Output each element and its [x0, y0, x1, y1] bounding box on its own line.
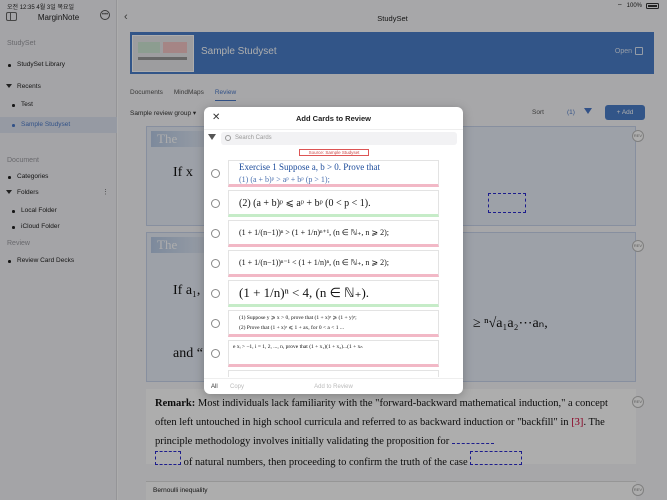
card-list: Exercise 1 Suppose a, b > 0. Prove that … [204, 157, 463, 377]
search-row: Search Cards [204, 132, 463, 146]
card-preview[interactable]: (1 + 1/(n−1))ⁿ > (1 + 1/n)ⁿ⁺¹, (n ∈ ℕ₊, … [228, 220, 439, 247]
screen: MarginNote ••• StudySet StudySet Library… [0, 0, 667, 500]
list-item[interactable] [204, 370, 463, 377]
card-text: (2) (a + b)ᵖ ⩽ aᵖ + bᵖ (0 < p < 1). [239, 198, 371, 209]
card-text: Exercise 1 Suppose a, b > 0. Prove that [239, 162, 381, 172]
list-item[interactable]: (1 + 1/(n−1))ⁿ > (1 + 1/n)ⁿ⁺¹, (n ∈ ℕ₊, … [204, 220, 463, 249]
add-cards-modal: ✕ Add Cards to Review Search Cards Sourc… [204, 107, 463, 394]
add-to-review-button[interactable]: Add to Review [204, 384, 463, 390]
list-item[interactable]: (1 + 1/n)ⁿ < 4, (n ∈ ℕ₊). [204, 280, 463, 309]
select-radio[interactable] [211, 229, 220, 238]
list-item[interactable]: (2) (a + b)ᵖ ⩽ aᵖ + bᵖ (0 < p < 1). [204, 190, 463, 219]
card-text: (1 + 1/(n−1))ⁿ⁻¹ < (1 + 1/n)ⁿ, (n ∈ ℕ₊, … [239, 258, 389, 267]
modal-title: Add Cards to Review [295, 114, 371, 123]
select-radio[interactable] [211, 199, 220, 208]
card-preview[interactable]: (2) (a + b)ᵖ ⩽ aᵖ + bᵖ (0 < p < 1). [228, 190, 439, 217]
source-filter-badge[interactable]: Source: Sample Studyset [299, 149, 369, 156]
list-item[interactable]: e xᵢ > −1, i = 1, 2, ..., n, prove that … [204, 340, 463, 369]
select-radio[interactable] [211, 169, 220, 178]
select-radio[interactable] [211, 259, 220, 268]
select-radio[interactable] [211, 289, 220, 298]
list-item[interactable]: (1) Suppose y ⩾ x > 0, prove that (1 + x… [204, 310, 463, 339]
search-placeholder: Search Cards [235, 135, 272, 141]
card-text: (1 + 1/n)ⁿ < 4, (n ∈ ℕ₊). [239, 285, 370, 300]
search-icon [225, 135, 231, 141]
card-preview[interactable]: (1 + 1/n)ⁿ < 4, (n ∈ ℕ₊). [228, 280, 439, 307]
search-input[interactable]: Search Cards [221, 132, 457, 145]
card-preview[interactable]: (1 + 1/(n−1))ⁿ⁻¹ < (1 + 1/n)ⁿ, (n ∈ ℕ₊, … [228, 250, 439, 277]
select-radio[interactable] [211, 319, 220, 328]
card-text: (1) Suppose y ⩾ x > 0, prove that (1 + x… [239, 315, 357, 321]
filter-icon[interactable] [208, 134, 216, 140]
card-subtext: (2) Prove that (1 + x)ᵃ ⩽ 1 + ax, for 0 … [239, 325, 344, 331]
card-preview[interactable]: e xᵢ > −1, i = 1, 2, ..., n, prove that … [228, 340, 439, 367]
select-radio[interactable] [211, 349, 220, 358]
card-subtext: (1) (a + b)ᵖ > aᵖ + bᵖ (p > 1); [239, 175, 330, 184]
card-text: (1 + 1/(n−1))ⁿ > (1 + 1/n)ⁿ⁺¹, (n ∈ ℕ₊, … [239, 228, 389, 237]
modal-footer: All Copy Add to Review [204, 378, 463, 394]
modal-header: ✕ Add Cards to Review [204, 107, 463, 130]
card-preview[interactable]: Exercise 1 Suppose a, b > 0. Prove that … [228, 160, 439, 187]
card-text: e xᵢ > −1, i = 1, 2, ..., n, prove that … [233, 344, 363, 350]
card-preview[interactable]: (1) Suppose y ⩾ x > 0, prove that (1 + x… [228, 310, 439, 337]
list-item[interactable]: (1 + 1/(n−1))ⁿ⁻¹ < (1 + 1/n)ⁿ, (n ∈ ℕ₊, … [204, 250, 463, 279]
list-item[interactable]: Exercise 1 Suppose a, b > 0. Prove that … [204, 160, 463, 189]
card-preview[interactable] [228, 370, 439, 377]
